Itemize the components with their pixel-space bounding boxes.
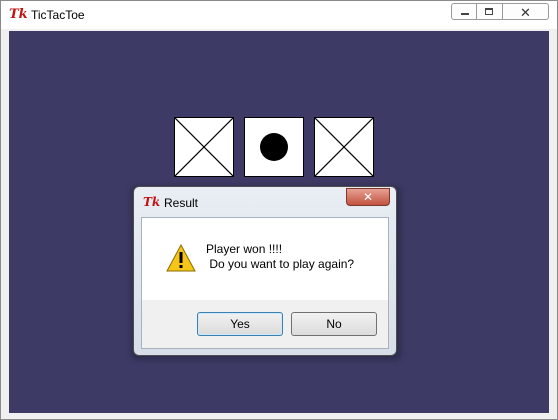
tk-logo-icon: Tk (9, 7, 28, 22)
dialog-button-bar: Yes No (142, 300, 388, 348)
dialog-title: Result (164, 196, 199, 210)
maximize-button[interactable] (477, 3, 503, 20)
board-cell-x[interactable] (174, 117, 234, 177)
title-bar[interactable]: Tk TicTacToe ✕ (1, 1, 557, 29)
minimize-icon (461, 13, 469, 15)
tk-logo-icon: Tk (143, 195, 161, 209)
result-dialog: Tk Result ✕ Player won !!!! Do you want … (133, 186, 397, 356)
o-mark-icon (260, 133, 288, 161)
x-mark-icon (315, 118, 373, 176)
window-title: TicTacToe (31, 8, 85, 22)
minimize-button[interactable] (451, 3, 477, 20)
dialog-close-button[interactable]: ✕ (346, 188, 390, 206)
message-line-1: Player won !!!! (206, 242, 283, 256)
dialog-body: Player won !!!! Do you want to play agai… (141, 217, 389, 349)
board-cell-o[interactable] (244, 117, 304, 177)
no-button[interactable]: No (291, 312, 377, 336)
window-controls: ✕ (451, 3, 549, 20)
x-mark-icon (175, 118, 233, 176)
close-button[interactable]: ✕ (503, 3, 549, 20)
warning-icon (166, 244, 196, 272)
close-icon: ✕ (362, 190, 374, 204)
close-icon: ✕ (520, 5, 531, 20)
board-cell-x[interactable] (314, 117, 374, 177)
message-line-2: Do you want to play again? (206, 257, 355, 271)
dialog-message: Player won !!!! Do you want to play agai… (206, 242, 354, 272)
yes-button[interactable]: Yes (197, 312, 283, 336)
maximize-icon (485, 8, 493, 15)
